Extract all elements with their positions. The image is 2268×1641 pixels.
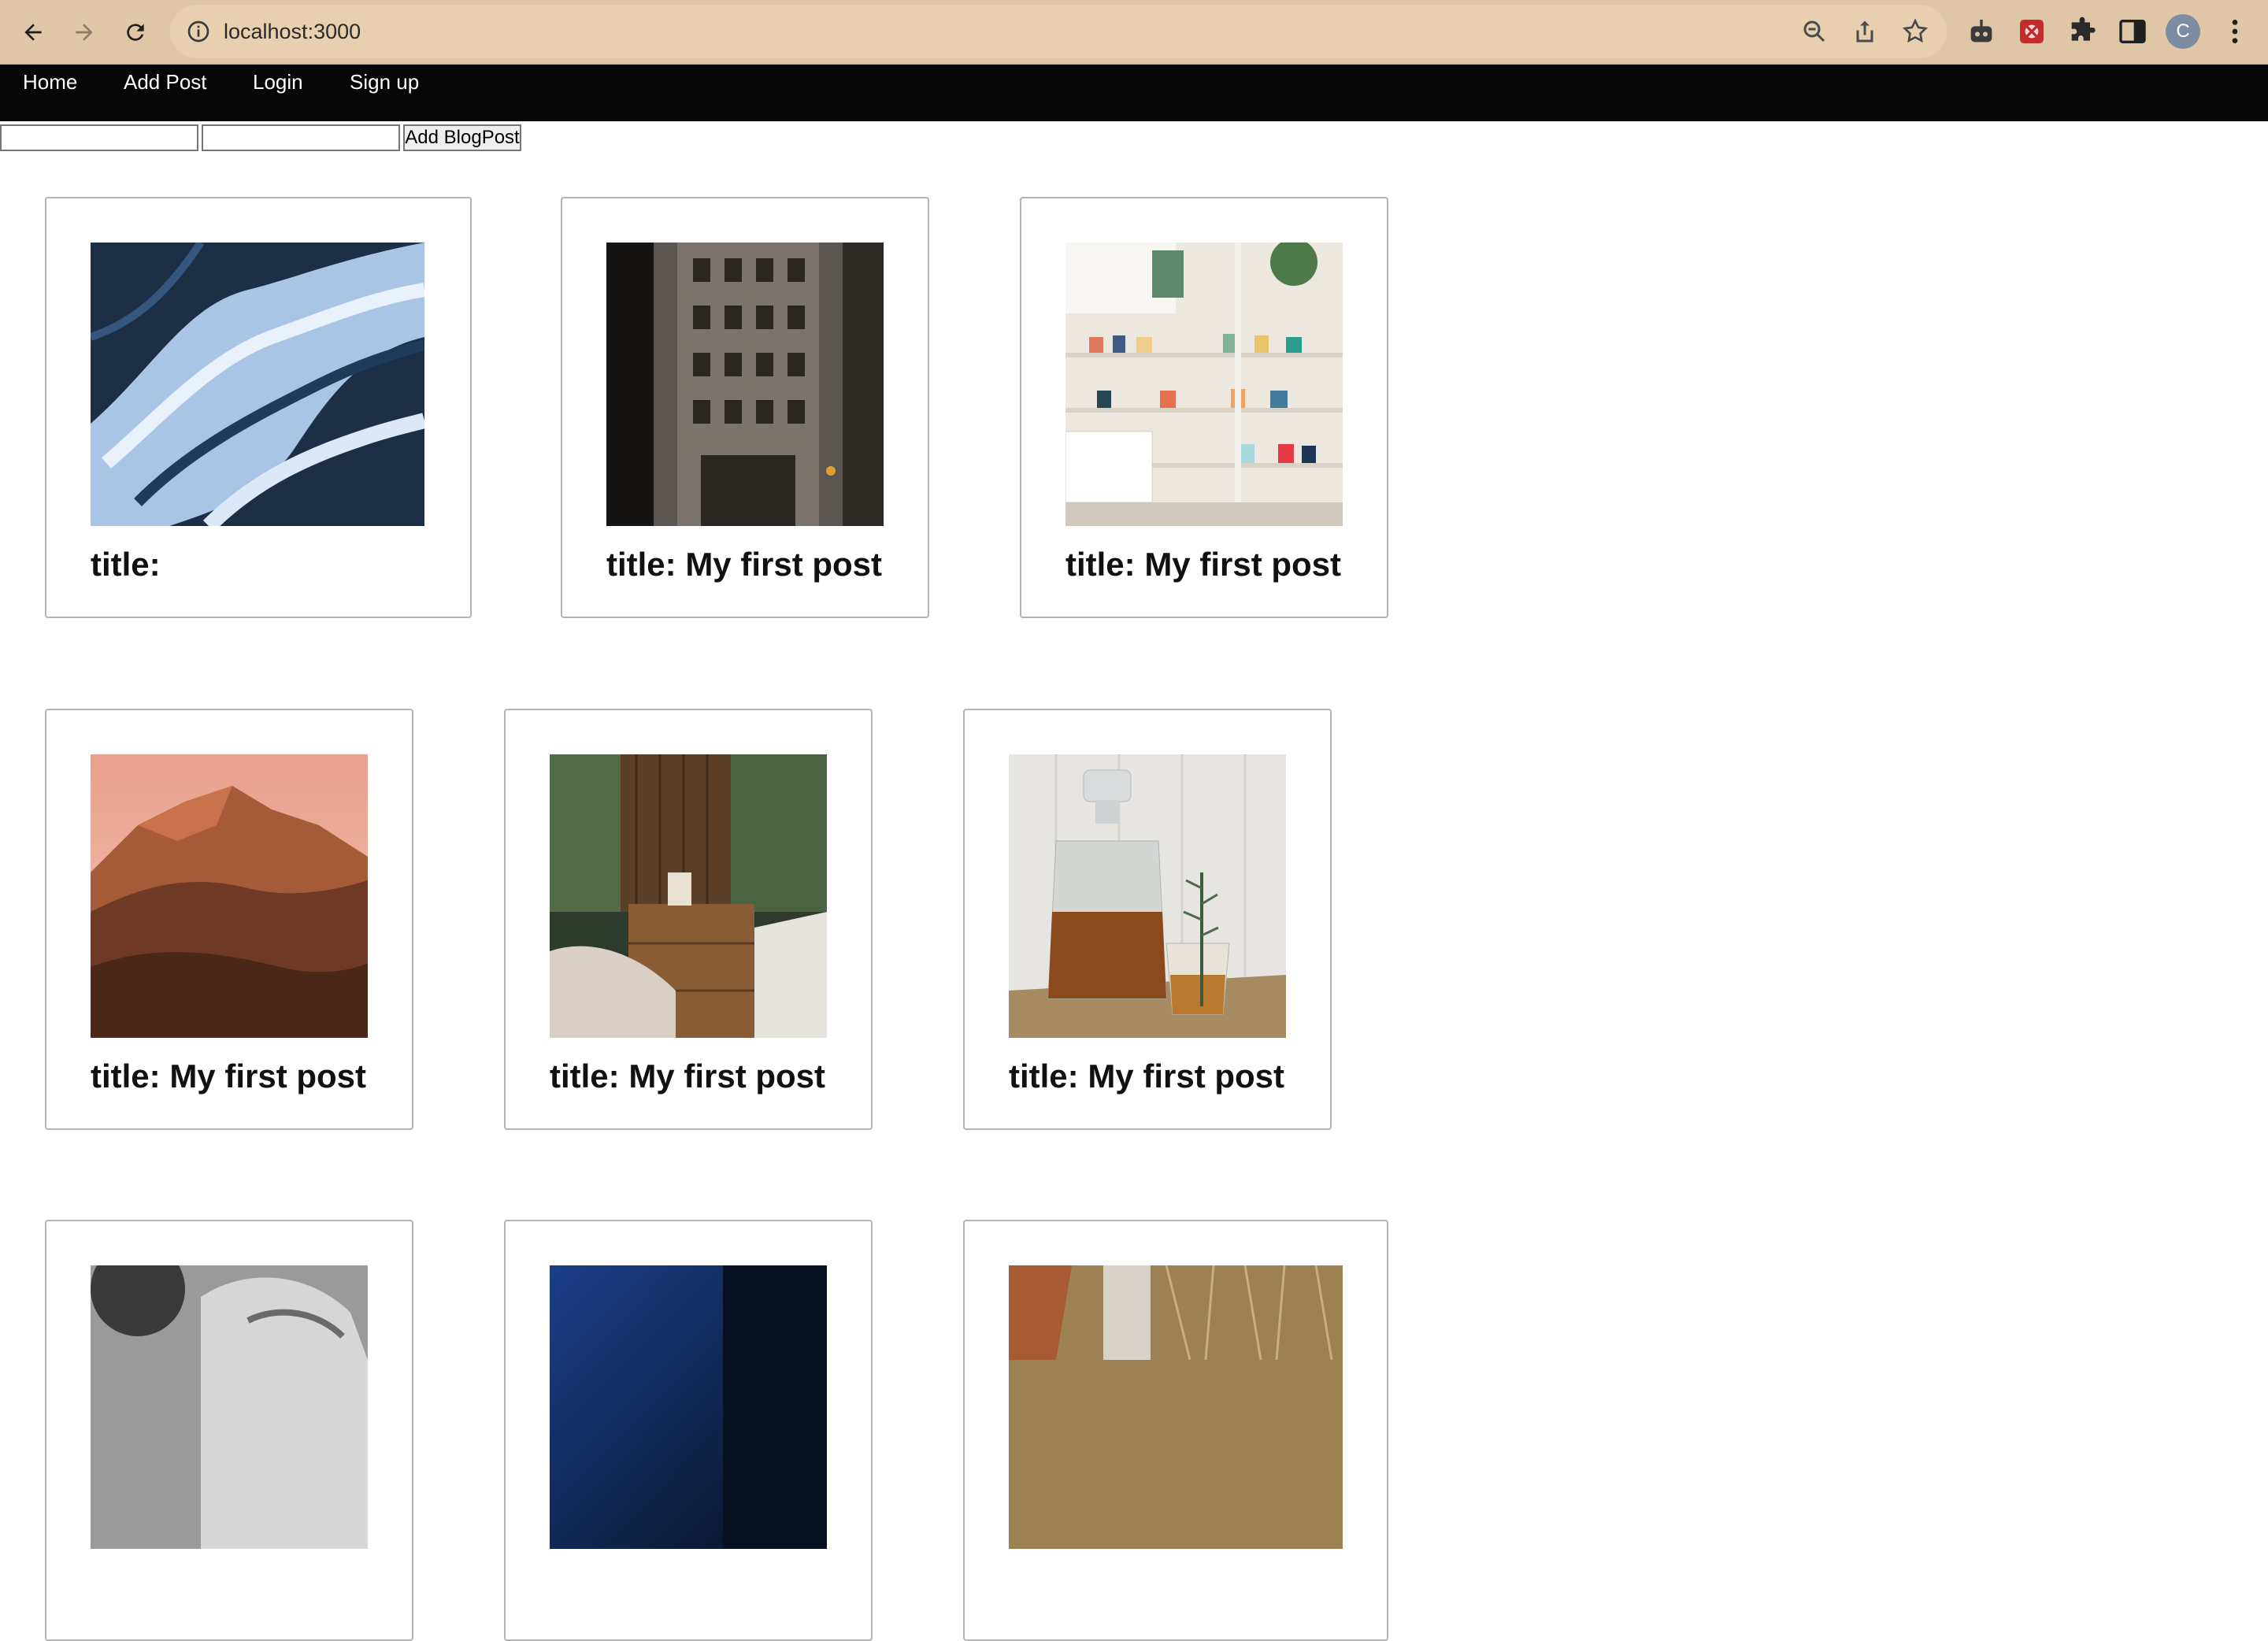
site-info-icon[interactable] (186, 19, 211, 44)
extensions-puzzle-icon[interactable] (2066, 16, 2098, 47)
side-panel-icon[interactable] (2117, 16, 2148, 47)
post-image (91, 243, 424, 526)
red-extension-icon[interactable] (2016, 16, 2048, 47)
post-image (91, 1265, 368, 1549)
post-image (550, 754, 827, 1038)
post-card[interactable]: title: My first post (561, 197, 929, 618)
post-title: title: (91, 546, 161, 583)
add-blogpost-button[interactable]: Add BlogPost (403, 124, 521, 151)
post-title: title: My first post (550, 1058, 826, 1095)
browser-toolbar: localhost:3000 C (0, 0, 2268, 65)
post-card[interactable]: title: My first post (1020, 197, 1388, 618)
post-image (606, 243, 884, 526)
arrow-left-icon (24, 24, 42, 41)
address-bar[interactable]: localhost:3000 (170, 5, 1947, 58)
post-card[interactable]: title: (45, 197, 472, 618)
post-title: title: My first post (606, 546, 883, 583)
post-image (550, 1265, 827, 1549)
nav-signup-link[interactable]: Sign up (350, 69, 419, 94)
bookmark-star-icon[interactable] (1901, 17, 1929, 46)
nav-add-post-link[interactable]: Add Post (124, 69, 207, 94)
url-text: localhost:3000 (224, 20, 361, 43)
post-image (1009, 754, 1286, 1038)
post-title: title: My first post (1065, 546, 1342, 583)
zoom-icon[interactable] (1800, 17, 1829, 46)
profile-avatar[interactable]: C (2166, 14, 2200, 49)
nav-login-link[interactable]: Login (253, 69, 303, 94)
post-card[interactable] (963, 1220, 1388, 1641)
post-card[interactable]: title: My first post (504, 709, 873, 1130)
post-card[interactable]: title: My first post (45, 709, 413, 1130)
site-navbar: Home Add Post Login Sign up (0, 65, 2268, 121)
nav-home-link[interactable]: Home (23, 69, 77, 94)
back-button[interactable] (12, 11, 54, 54)
arrow-right-icon (76, 24, 93, 41)
post-title: title: My first post (91, 1058, 367, 1095)
post-card[interactable] (45, 1220, 413, 1641)
robot-extension-icon[interactable] (1966, 16, 1997, 47)
reload-icon (127, 24, 144, 41)
post-image (91, 754, 368, 1038)
post-title-input[interactable] (0, 124, 198, 151)
post-card[interactable]: title: My first post (963, 709, 1332, 1130)
post-card[interactable] (504, 1220, 873, 1641)
post-image (1065, 243, 1343, 526)
share-icon[interactable] (1851, 17, 1879, 46)
forward-button[interactable] (63, 11, 106, 54)
post-title: title: My first post (1009, 1058, 1285, 1095)
post-image-input[interactable] (202, 124, 400, 151)
post-image (1009, 1265, 1343, 1549)
more-menu-icon[interactable] (2219, 16, 2251, 47)
reload-button[interactable] (114, 11, 157, 54)
